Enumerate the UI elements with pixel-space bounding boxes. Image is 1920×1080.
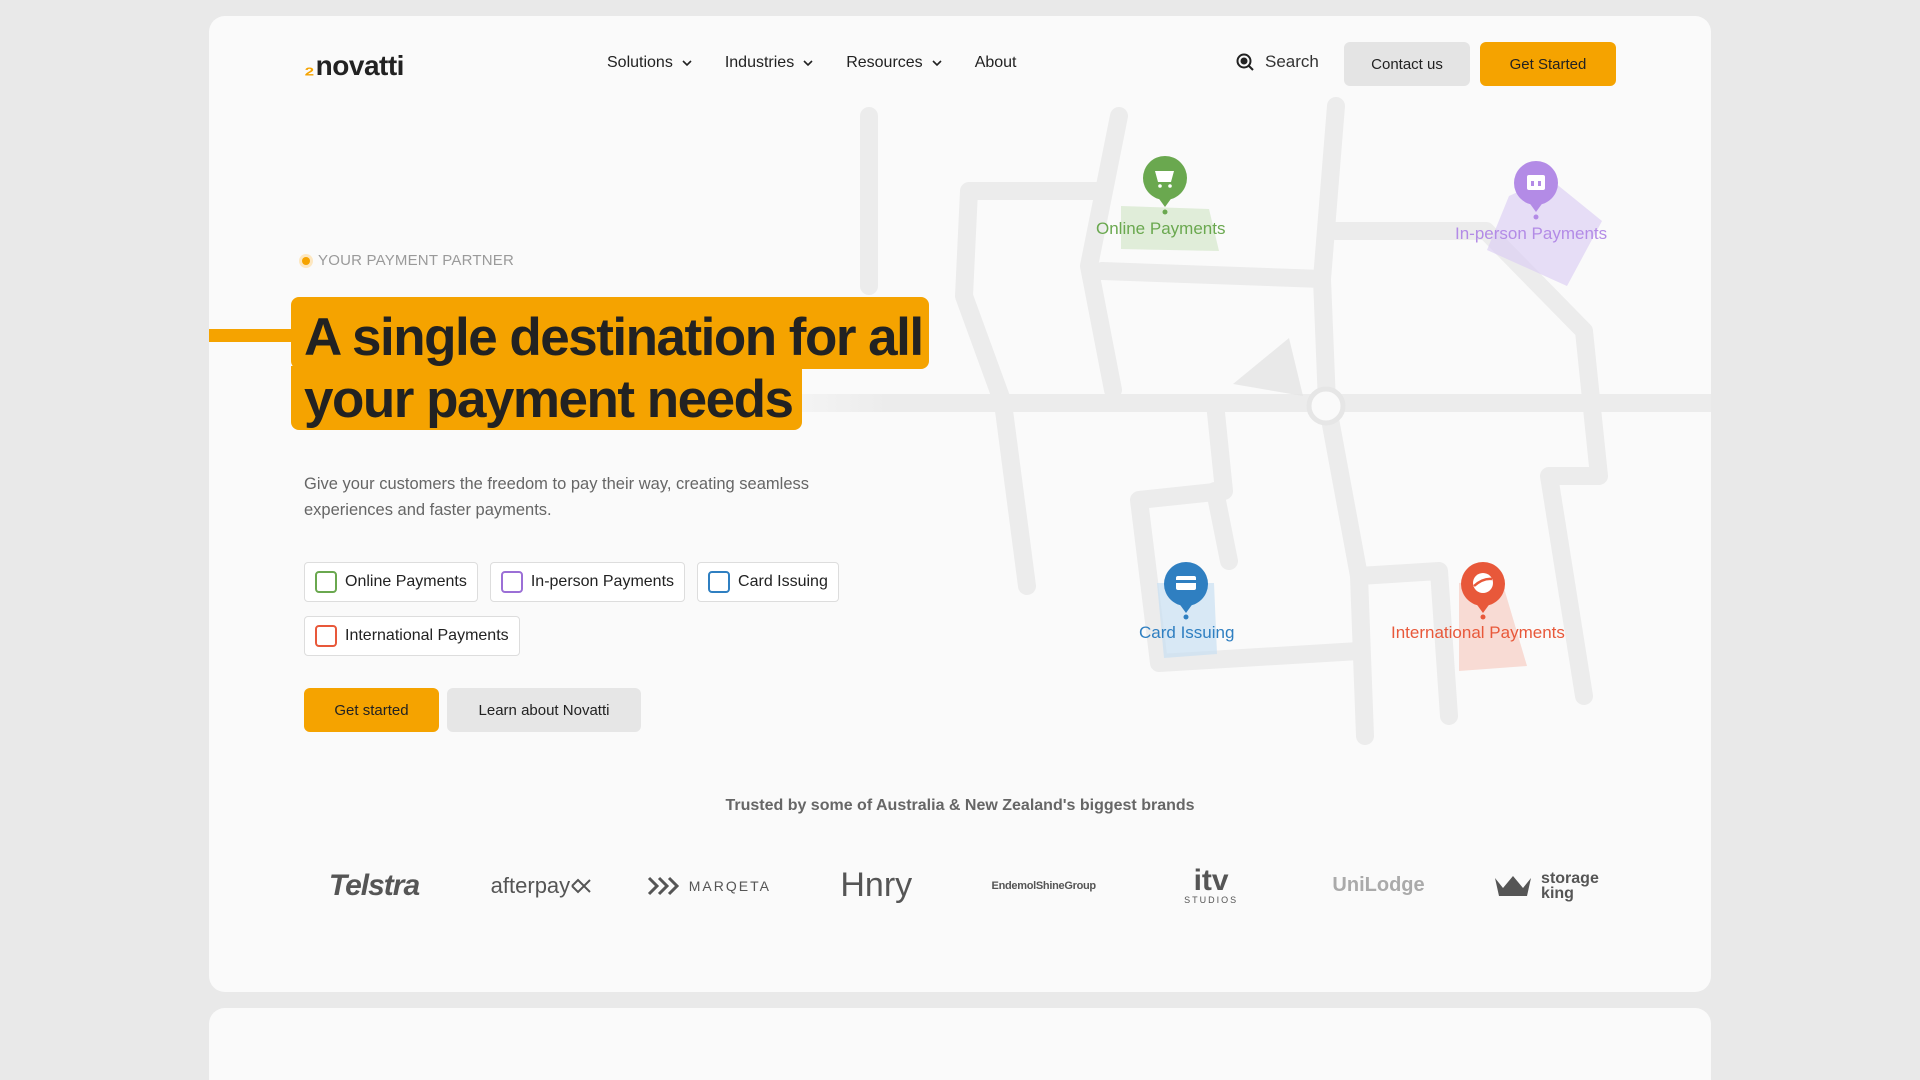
novatti-logo[interactable]: ₂ novatti — [304, 50, 404, 82]
eyebrow-text: YOUR PAYMENT PARTNER — [318, 252, 514, 269]
contact-us-button[interactable]: Contact us — [1344, 42, 1470, 86]
logo-wordmark: novatti — [315, 50, 405, 81]
chevron-down-icon — [682, 60, 692, 67]
afterpay-logo: afterpay — [471, 873, 611, 899]
afterpay-arrows-icon — [571, 878, 591, 893]
logo-mark: ₂ — [304, 54, 315, 81]
checkbox-icon — [708, 571, 731, 593]
in-person-payments-pin-label: In-person Payments — [1455, 224, 1608, 243]
marqeta-wordmark: MARQETA — [688, 877, 771, 894]
search-button[interactable]: Search — [1235, 52, 1319, 72]
hnry-logo: Hnry — [840, 866, 913, 904]
hero-subtext: Give your customers the freedom to pay t… — [304, 475, 809, 519]
main-nav: Solutions Industries Resources About — [607, 54, 1017, 72]
chip-label: Online Payments — [345, 573, 467, 590]
chip-label: International Payments — [345, 627, 509, 644]
solution-chips: Online Payments In-person Payments Card … — [304, 562, 904, 656]
online-payments-pin — [1143, 156, 1187, 215]
international-payments-pin — [1461, 562, 1505, 620]
eyebrow: YOUR PAYMENT PARTNER — [302, 252, 514, 269]
checkbox-icon — [315, 571, 337, 593]
nav-solutions[interactable]: Solutions — [607, 54, 693, 72]
checkbox-icon — [500, 571, 523, 593]
eyebrow-dot — [302, 256, 310, 265]
chevron-down-icon — [803, 60, 813, 67]
storage-king-logo: storage king — [1476, 869, 1616, 902]
nav-industries[interactable]: Industries — [725, 54, 814, 72]
in-person-payments-pin — [1514, 161, 1558, 220]
header-get-started-button[interactable]: Get Started — [1480, 42, 1616, 86]
brand-logos: Telstra afterpay MARQETA Hnry EndemolShi… — [304, 863, 1616, 905]
marqeta-chevrons-icon — [647, 876, 679, 895]
hero-card: Online Payments In-person Payments Card … — [209, 16, 1711, 992]
crown-icon — [1495, 875, 1532, 896]
marqeta-logo: MARQETA — [639, 876, 779, 896]
get-started-button[interactable]: Get started — [304, 688, 439, 732]
learn-about-novatti-button[interactable]: Learn about Novatti — [447, 688, 641, 732]
nav-label: Solutions — [607, 54, 673, 71]
nav-label: Resources — [846, 54, 923, 71]
hero-headline: A single destination for all your paymen… — [304, 308, 924, 429]
chip-label: In-person Payments — [530, 573, 675, 590]
king-text: king — [1541, 884, 1574, 902]
card-issuing-pin — [1164, 562, 1208, 620]
next-section-card — [209, 1008, 1711, 1080]
nav-about[interactable]: About — [975, 54, 1017, 72]
checkbox-icon — [315, 625, 337, 647]
chip-card-issuing[interactable]: Card Issuing — [697, 562, 839, 602]
headline-accent-bar — [209, 329, 295, 342]
chevron-down-icon — [932, 60, 942, 67]
nav-resources[interactable]: Resources — [846, 54, 942, 72]
telstra-logo: Telstra — [328, 868, 420, 902]
storage-text: storage — [1541, 869, 1599, 887]
chip-online-payments[interactable]: Online Payments — [304, 562, 478, 602]
nav-label: Industries — [724, 54, 795, 71]
card-issuing-pin-label: Card Issuing — [1139, 623, 1235, 642]
search-label: Search — [1265, 52, 1319, 71]
search-icon — [1236, 53, 1254, 71]
unilodge-logo: UniLodge — [1332, 874, 1425, 896]
trusted-heading: Trusted by some of Australia & New Zeala… — [725, 797, 1195, 814]
itv-studios-logo: itv STUDIOS — [1141, 863, 1281, 905]
online-payments-pin-label: Online Payments — [1096, 219, 1226, 238]
itv-studios-text: STUDIOS — [1184, 894, 1239, 905]
endemol-shine-logo: EndemolShineGroup — [991, 879, 1097, 892]
nav-label: About — [974, 54, 1017, 71]
chip-in-person-payments[interactable]: In-person Payments — [489, 562, 686, 602]
chip-label: Card Issuing — [738, 573, 828, 590]
chip-international-payments[interactable]: International Payments — [304, 616, 520, 656]
afterpay-wordmark: afterpay — [490, 872, 571, 898]
international-payments-pin-label: International Payments — [1391, 623, 1565, 642]
itv-wordmark: itv — [1193, 863, 1229, 897]
